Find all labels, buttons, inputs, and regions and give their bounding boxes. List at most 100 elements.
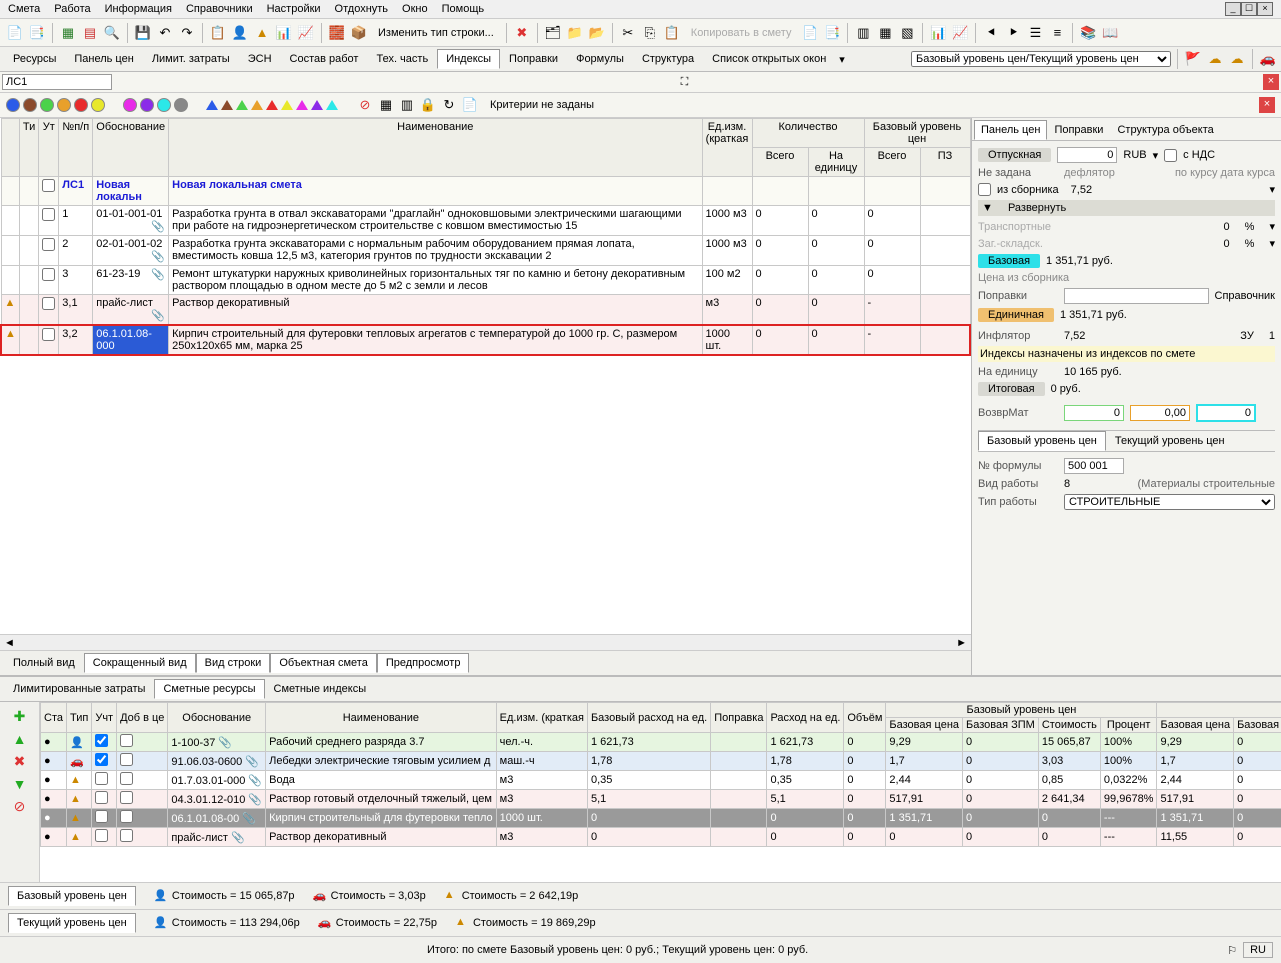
grid2-icon[interactable]: ▥ xyxy=(398,96,416,114)
color-blue[interactable] xyxy=(6,98,20,112)
tb-icon-i[interactable]: 📁 xyxy=(566,24,584,42)
tb-icon-p[interactable]: 📊 xyxy=(929,24,947,42)
resource-row[interactable]: ●▲прайс-лист 📎Раствор декоративныйм30000… xyxy=(41,828,1281,847)
tb-icon-1[interactable]: 📄 xyxy=(6,24,24,42)
main-grid[interactable]: Ти Ут №п/п Обоснование Наименование Ед.и… xyxy=(0,118,971,356)
h-scroll[interactable]: ◄► xyxy=(0,634,971,650)
indent-left-icon[interactable]: ⯇ xyxy=(982,24,1000,42)
redo-icon[interactable]: ↷ xyxy=(178,24,196,42)
color-orange[interactable] xyxy=(57,98,71,112)
view-short[interactable]: Сокращенный вид xyxy=(84,653,196,673)
btn-down[interactable]: ▼ xyxy=(13,776,27,792)
expand-icon[interactable]: ⛶ xyxy=(681,76,689,89)
tb-icon-n[interactable]: ▦ xyxy=(876,24,894,42)
maximize-button[interactable]: ☐ xyxy=(1241,2,1257,16)
tb-icon-q[interactable]: 📈 xyxy=(951,24,969,42)
tab-sostav[interactable]: Состав работ xyxy=(281,49,368,69)
view-full[interactable]: Полный вид xyxy=(4,653,84,673)
tab-tech[interactable]: Тех. часть xyxy=(367,49,437,69)
tab-limit[interactable]: Лимит. затраты xyxy=(143,49,239,69)
tipr-select[interactable]: СТРОИТЕЛЬНЫЕ xyxy=(1064,494,1275,510)
otpusk-input[interactable] xyxy=(1057,147,1117,163)
btn-del[interactable]: ✖ xyxy=(14,753,26,770)
tb-icon-c[interactable]: ▲ xyxy=(253,24,271,42)
btab-limit[interactable]: Лимитированные затраты xyxy=(4,679,154,699)
tb-icon-d[interactable]: 📊 xyxy=(275,24,293,42)
price-level-select[interactable]: Базовый уровень цен/Текущий уровень цен xyxy=(911,51,1171,67)
book2-icon[interactable]: 📖 xyxy=(1101,24,1119,42)
resource-row[interactable]: ●▲06.1.01.08-00 📎Кирпич строительный для… xyxy=(41,809,1281,828)
change-type-button[interactable]: Изменить тип строки... xyxy=(372,25,500,41)
car-icon[interactable]: 🚗 xyxy=(1259,50,1277,68)
filter-tri-5[interactable] xyxy=(266,100,278,110)
tb-icon-g[interactable]: 📦 xyxy=(350,24,368,42)
cut-icon[interactable]: ✂ xyxy=(619,24,637,42)
view-preview[interactable]: Предпросмотр xyxy=(377,653,470,673)
btab-index[interactable]: Сметные индексы xyxy=(265,679,376,699)
lang-indicator[interactable]: RU xyxy=(1243,942,1273,958)
filter-tri-1[interactable] xyxy=(206,100,218,110)
filter-tri-4[interactable] xyxy=(251,100,263,110)
flag-icon[interactable]: 🚩 xyxy=(1184,50,1202,68)
color-pink[interactable] xyxy=(123,98,137,112)
indent-right-icon[interactable]: ⯈ xyxy=(1004,24,1022,42)
color-green[interactable] xyxy=(40,98,54,112)
table-row[interactable]: 202-01-001-02📎Разработка грунта экскават… xyxy=(1,236,970,266)
undo-icon[interactable]: ↶ xyxy=(156,24,174,42)
tab-popravki[interactable]: Поправки xyxy=(500,49,567,69)
nds-checkbox[interactable] xyxy=(1164,149,1177,162)
doc-close-button[interactable]: × xyxy=(1263,74,1279,90)
lock-icon[interactable]: 🔒 xyxy=(419,96,437,114)
sprav-link[interactable]: Справочник xyxy=(1215,290,1276,302)
tb-icon-2[interactable]: 📑 xyxy=(28,24,46,42)
color-cyan[interactable] xyxy=(157,98,171,112)
filter-tri-7[interactable] xyxy=(296,100,308,110)
bottom-grid[interactable]: СтаТипУчтДоб в це ОбоснованиеНаименовани… xyxy=(40,702,1281,847)
table-row[interactable]: ▲3,1прайс-лист📎Раствор декоративныйм300- xyxy=(1,295,970,326)
tb-icon-l[interactable]: 📑 xyxy=(823,24,841,42)
doc-name-input[interactable] xyxy=(2,74,112,90)
color-purple[interactable] xyxy=(140,98,154,112)
tb-icon-k[interactable]: 📄 xyxy=(801,24,819,42)
refresh-icon[interactable]: ↻ xyxy=(440,96,458,114)
book-icon[interactable]: 📚 xyxy=(1079,24,1097,42)
level-tab-current[interactable]: Текущий уровень цен xyxy=(1106,431,1234,451)
tab-windows[interactable]: Список открытых окон xyxy=(703,49,835,69)
tb-icon-j[interactable]: 📂 xyxy=(588,24,606,42)
excel-icon[interactable]: ▦ xyxy=(59,24,77,42)
tb-icon-b[interactable]: 👤 xyxy=(231,24,249,42)
color-yellow[interactable] xyxy=(91,98,105,112)
filter-tri-6[interactable] xyxy=(281,100,293,110)
table-row[interactable]: ▲3,206.1.01.08-000Кирпич строительный дл… xyxy=(1,325,970,355)
tb-icon-m[interactable]: ▥ xyxy=(854,24,872,42)
table-row[interactable]: ЛС1Новая локальнНовая локальная смета xyxy=(1,177,970,206)
search-icon[interactable]: 🔍 xyxy=(103,24,121,42)
tb-icon-h[interactable]: 🗂 xyxy=(544,24,562,42)
filter-close-button[interactable]: × xyxy=(1259,97,1275,113)
btn-up[interactable]: ▲ xyxy=(13,731,27,747)
menu-okno[interactable]: Окно xyxy=(402,3,428,15)
view-row[interactable]: Вид строки xyxy=(196,653,271,673)
view-obj[interactable]: Объектная смета xyxy=(270,653,377,673)
btab-resources[interactable]: Сметные ресурсы xyxy=(154,679,264,699)
btn-add[interactable]: ✚ xyxy=(14,708,26,725)
menu-otd[interactable]: Отдохнуть xyxy=(335,3,389,15)
side-tab-struct[interactable]: Структура объекта xyxy=(1110,120,1220,140)
tab-struct[interactable]: Структура xyxy=(633,49,703,69)
resource-row[interactable]: ●▲01.7.03.01-000 📎Водам30,350,3502,4400,… xyxy=(41,771,1281,790)
tab-panel-cen[interactable]: Панель цен xyxy=(65,49,142,69)
clear-filter-icon[interactable]: ⊘ xyxy=(356,96,374,114)
delete-icon[interactable]: ✖ xyxy=(513,24,531,42)
cloud2-icon[interactable]: ☁ xyxy=(1228,50,1246,68)
color-brown[interactable] xyxy=(23,98,37,112)
menu-smeta[interactable]: Смета xyxy=(8,3,40,15)
tb-icon-o[interactable]: ▧ xyxy=(898,24,916,42)
resource-row[interactable]: ●🚗91.06.03-0600 📎Лебедки электрические т… xyxy=(41,752,1281,771)
paste-icon[interactable]: 📋 xyxy=(663,24,681,42)
nform-input[interactable] xyxy=(1064,458,1124,474)
filter-tri-9[interactable] xyxy=(326,100,338,110)
side-tab-popr[interactable]: Поправки xyxy=(1047,120,1110,140)
level-tab-base[interactable]: Базовый уровень цен xyxy=(978,431,1106,451)
tb-icon-e[interactable]: 📈 xyxy=(297,24,315,42)
color-red[interactable] xyxy=(74,98,88,112)
